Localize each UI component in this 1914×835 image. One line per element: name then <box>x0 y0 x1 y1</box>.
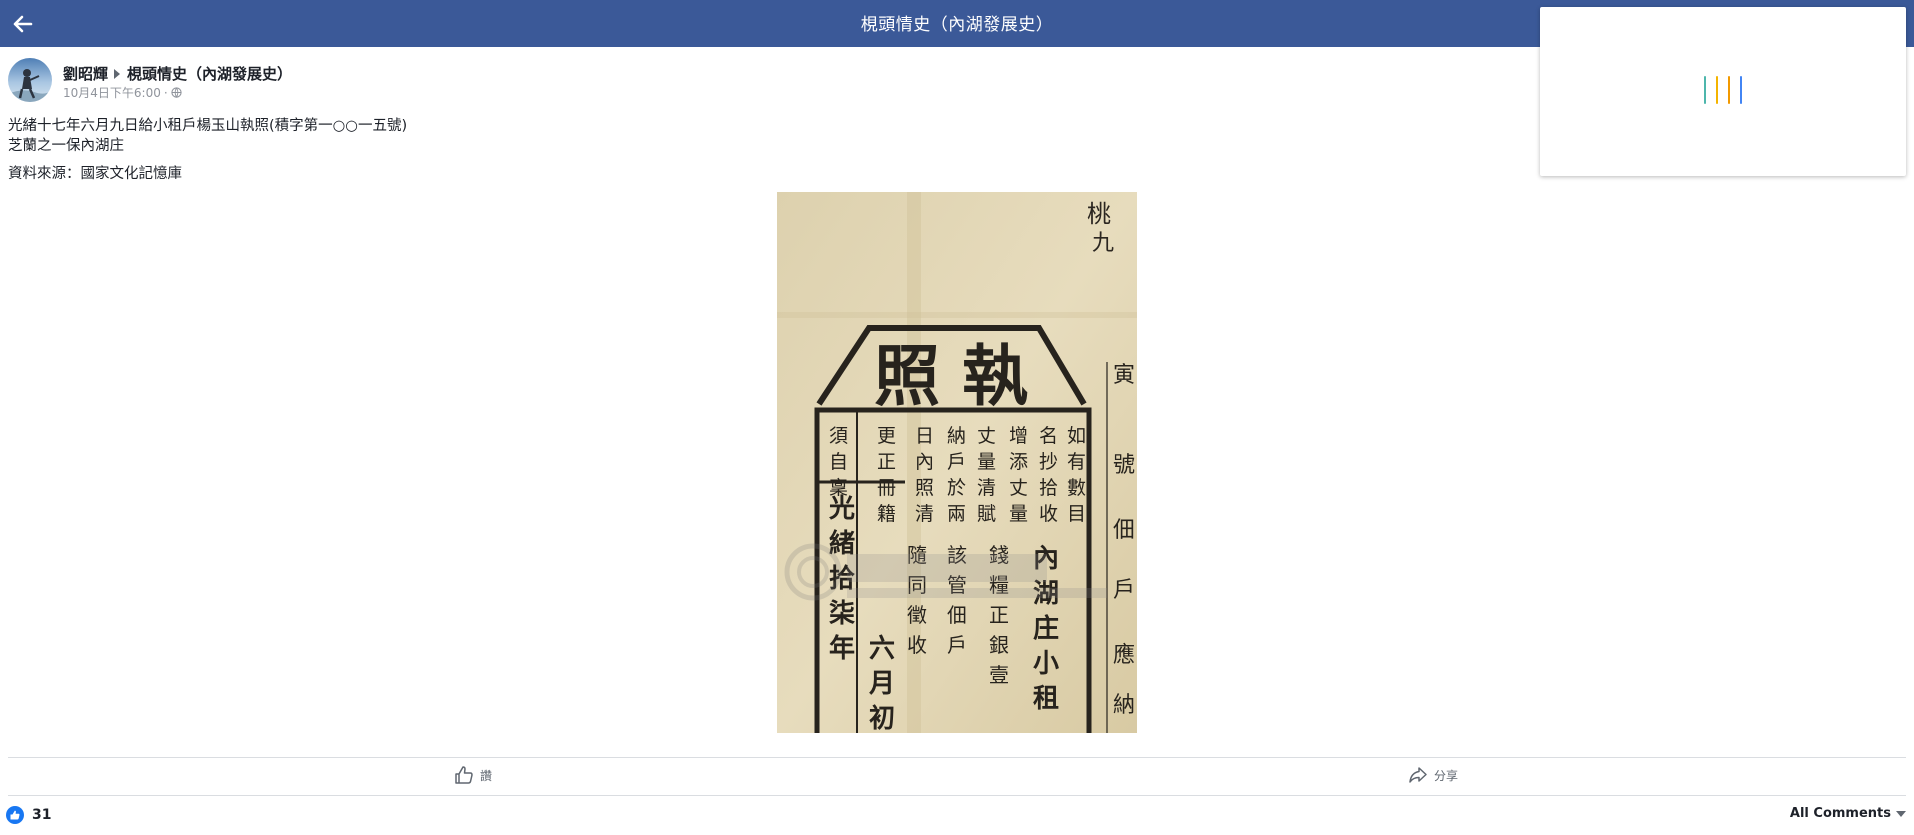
svg-text:數: 數 <box>1067 477 1086 499</box>
svg-text:清: 清 <box>915 503 934 525</box>
loading-card <box>1540 7 1906 176</box>
svg-text:量: 量 <box>1009 503 1028 525</box>
meta-separator: · <box>163 86 168 100</box>
comments-sort-label: All Comments <box>1789 806 1891 821</box>
svg-text:納: 納 <box>1113 693 1135 718</box>
svg-text:兩: 兩 <box>947 503 966 525</box>
like-label: 讚 <box>480 768 493 783</box>
svg-text:佃: 佃 <box>947 603 967 627</box>
svg-text:照: 照 <box>874 337 940 415</box>
svg-text:收: 收 <box>1039 503 1058 525</box>
svg-text:柒: 柒 <box>829 599 855 629</box>
svg-text:佃: 佃 <box>1113 518 1135 543</box>
svg-text:清: 清 <box>977 477 996 499</box>
svg-text:照: 照 <box>915 477 934 499</box>
svg-text:正: 正 <box>877 451 896 473</box>
svg-text:增: 增 <box>1009 425 1028 447</box>
avatar[interactable] <box>8 58 52 102</box>
svg-text:徵: 徵 <box>907 603 927 627</box>
post-photo[interactable]: 桃 九 照 執 如有數目 名抄拾收 增添丈量 丈量清賦 納戶於兩 日內照清 更正… <box>777 192 1137 733</box>
svg-text:應: 應 <box>1113 642 1135 668</box>
svg-text:六: 六 <box>869 634 895 664</box>
svg-text:有: 有 <box>1067 451 1086 473</box>
svg-text:月: 月 <box>868 669 895 699</box>
svg-text:冊: 冊 <box>877 477 896 499</box>
svg-text:初: 初 <box>869 704 895 733</box>
svg-text:租: 租 <box>1033 684 1059 714</box>
globe-icon <box>171 87 182 98</box>
post-source: 資料來源：國家文化記憶庫 <box>8 166 182 182</box>
reactions-summary[interactable]: 31 <box>6 806 51 824</box>
svg-text:量: 量 <box>977 451 996 473</box>
svg-text:內: 內 <box>915 451 934 473</box>
svg-text:戶: 戶 <box>947 633 967 657</box>
svg-text:名: 名 <box>1039 425 1058 447</box>
svg-text:執: 執 <box>962 337 1028 415</box>
svg-text:添: 添 <box>1009 451 1028 473</box>
reaction-count: 31 <box>32 807 52 823</box>
svg-text:丈: 丈 <box>1009 477 1028 499</box>
svg-text:日: 日 <box>915 425 934 447</box>
svg-text:納: 納 <box>947 425 966 447</box>
share-button[interactable]: 分享 <box>1408 762 1458 788</box>
comments-sort-dropdown[interactable]: All Comments <box>1790 806 1906 821</box>
svg-text:如: 如 <box>1067 425 1086 447</box>
svg-text:銀: 銀 <box>989 633 1009 657</box>
svg-text:正: 正 <box>989 603 1009 627</box>
author-name-link[interactable]: 劉昭輝 <box>63 65 108 83</box>
loading-spinner-icon <box>1704 76 1746 106</box>
svg-text:年: 年 <box>829 633 855 664</box>
svg-text:小: 小 <box>1033 649 1059 679</box>
post-timestamp[interactable]: 10月4日下午6:00 <box>63 86 161 100</box>
svg-text:寅: 寅 <box>1113 363 1135 388</box>
svg-text:丈: 丈 <box>977 425 996 447</box>
svg-text:更: 更 <box>877 425 896 447</box>
svg-text:自: 自 <box>829 451 848 473</box>
svg-text:於: 於 <box>947 477 966 499</box>
svg-text:戶: 戶 <box>947 451 966 473</box>
svg-text:庄: 庄 <box>1033 613 1059 644</box>
svg-text:目: 目 <box>1067 503 1086 525</box>
group-name-link[interactable]: 梘頭情史（內湖發展史） <box>127 65 292 83</box>
svg-text:賦: 賦 <box>977 503 996 525</box>
post-text: 光緒十七年六月九日給小租戶楊玉山執照(積字第一○○一五號) 芝蘭之一保內湖庄 <box>8 116 407 156</box>
share-arrow-icon <box>1409 767 1427 783</box>
svg-text:九: 九 <box>1092 231 1114 256</box>
post-meta: 10月4日下午6:00 · <box>63 84 182 101</box>
svg-text:籍: 籍 <box>877 503 896 525</box>
svg-text:抄: 抄 <box>1039 451 1058 473</box>
svg-text:戶: 戶 <box>1113 578 1135 603</box>
like-button[interactable]: 讚 <box>454 762 492 788</box>
post-author-line: 劉昭輝 梘頭情史（內湖發展史） <box>63 63 292 84</box>
svg-text:拾: 拾 <box>1039 477 1058 499</box>
svg-text:光: 光 <box>828 494 855 524</box>
post-text-line: 芝蘭之一保內湖庄 <box>8 138 124 154</box>
svg-text:桃: 桃 <box>1087 200 1111 228</box>
caret-right-icon <box>114 69 121 79</box>
post-text-line: 光緒十七年六月九日給小租戶楊玉山執照(積字第一○○一五號) <box>8 118 408 134</box>
svg-text:壹: 壹 <box>989 663 1009 687</box>
share-label: 分享 <box>1434 768 1459 783</box>
like-reaction-icon <box>6 806 24 824</box>
divider-top <box>8 757 1906 758</box>
svg-text:收: 收 <box>907 633 927 657</box>
divider-bottom <box>8 795 1906 796</box>
svg-text:須: 須 <box>829 425 848 447</box>
caret-down-icon <box>1896 810 1906 817</box>
thumbs-up-icon <box>455 766 473 784</box>
svg-text:號: 號 <box>1113 453 1135 478</box>
